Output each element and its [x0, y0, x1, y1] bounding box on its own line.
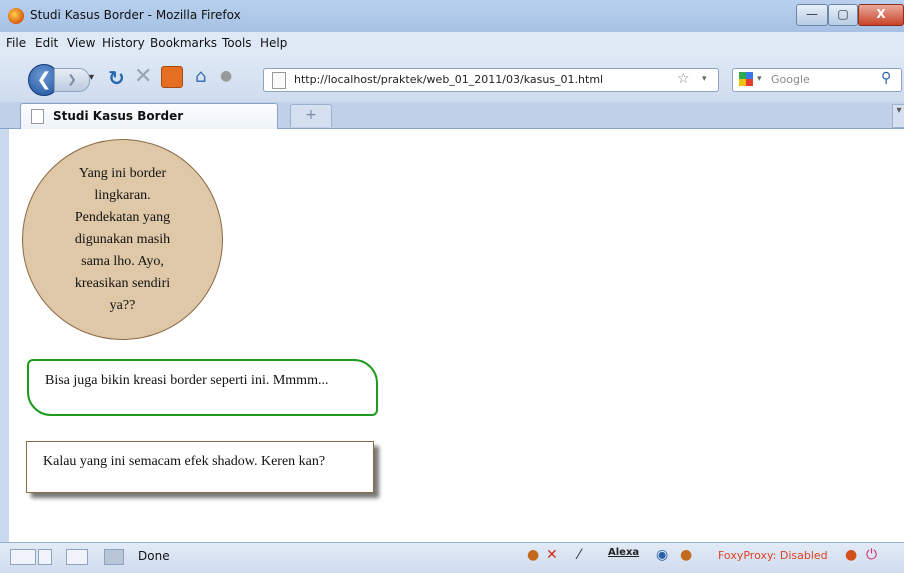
url-text[interactable]: http://localhost/praktek/web_01_2011/03/… [294, 73, 603, 86]
alexa-link[interactable]: Alexa [608, 547, 639, 558]
tab-studi-kasus-border[interactable]: Studi Kasus Border [20, 103, 278, 129]
circle-border-box: Yang ini border lingkaran. Pendekatan ya… [22, 139, 223, 340]
minimize-button[interactable]: — [796, 4, 828, 26]
page-icon [272, 72, 286, 89]
reload-icon[interactable]: ↻ [108, 66, 125, 90]
google-icon[interactable] [739, 72, 753, 86]
status-dropdown-icon[interactable] [38, 549, 52, 565]
search-placeholder[interactable]: Google [771, 73, 810, 86]
status-addon-icon[interactable] [104, 549, 124, 565]
status-x-icon[interactable]: ✕ [546, 547, 558, 563]
status-power-icon[interactable]: ⏻ [866, 547, 877, 563]
search-icon[interactable]: ⚲ [881, 70, 891, 86]
status-monkey-icon[interactable]: ● [680, 547, 692, 563]
close-button[interactable]: X [858, 4, 904, 26]
circle-text: Yang ini border lingkaran. Pendekatan ya… [74, 165, 171, 313]
url-bar[interactable]: http://localhost/praktek/web_01_2011/03/… [263, 68, 719, 92]
tab-page-icon [31, 109, 44, 124]
search-engine-dropdown-icon[interactable]: ▾ [757, 74, 762, 84]
new-tab-button[interactable]: + [290, 104, 332, 127]
status-globe-icon[interactable]: ◉ [656, 547, 668, 563]
menu-view[interactable]: View [67, 36, 95, 50]
shadow-box: Kalau yang ini semacam efek shadow. Kere… [26, 441, 374, 493]
menu-bar: File Edit View History Bookmarks Tools H… [0, 32, 904, 54]
tab-label: Studi Kasus Border [53, 109, 184, 123]
status-pen-icon[interactable]: ⁄ [578, 547, 580, 563]
foxyproxy-status[interactable]: FoxyProxy: Disabled [718, 549, 828, 562]
window-title: Studi Kasus Border - Mozilla Firefox [30, 8, 241, 22]
url-dropdown-icon[interactable]: ▾ [702, 74, 707, 84]
menu-file[interactable]: File [6, 36, 26, 50]
history-dropdown-icon[interactable]: ▾ [89, 72, 94, 83]
green-border-box: Bisa juga bikin kreasi border seperti in… [27, 359, 378, 416]
title-bar: Studi Kasus Border - Mozilla Firefox — ▢… [0, 0, 904, 32]
bookmark-star-icon[interactable]: ☆ [677, 71, 690, 87]
tab-list-button[interactable]: ▾ [892, 104, 904, 128]
menu-tools[interactable]: Tools [222, 36, 252, 50]
menu-bookmarks[interactable]: Bookmarks [150, 36, 217, 50]
status-text: Done [138, 549, 170, 563]
addon-toolbar-icon[interactable] [161, 66, 183, 88]
menu-edit[interactable]: Edit [35, 36, 58, 50]
status-tool-icon[interactable] [10, 549, 36, 565]
menu-history[interactable]: History [102, 36, 145, 50]
status-firefox-icon[interactable]: ● [845, 547, 857, 563]
menu-help[interactable]: Help [260, 36, 287, 50]
search-box[interactable]: ▾ Google ⚲ [732, 68, 902, 92]
forward-button[interactable]: ❯ [54, 68, 90, 92]
status-orange-icon[interactable]: ● [527, 547, 539, 563]
firefox-window: Studi Kasus Border - Mozilla Firefox — ▢… [0, 0, 904, 573]
home-icon[interactable]: ⌂ [195, 66, 206, 87]
feed-icon[interactable]: ● [220, 68, 232, 84]
stop-icon[interactable]: ✕ [134, 64, 152, 89]
window-left-edge [0, 129, 9, 542]
status-window-icon[interactable] [66, 549, 88, 565]
firefox-logo-icon [8, 8, 24, 24]
maximize-button[interactable]: ▢ [828, 4, 858, 26]
